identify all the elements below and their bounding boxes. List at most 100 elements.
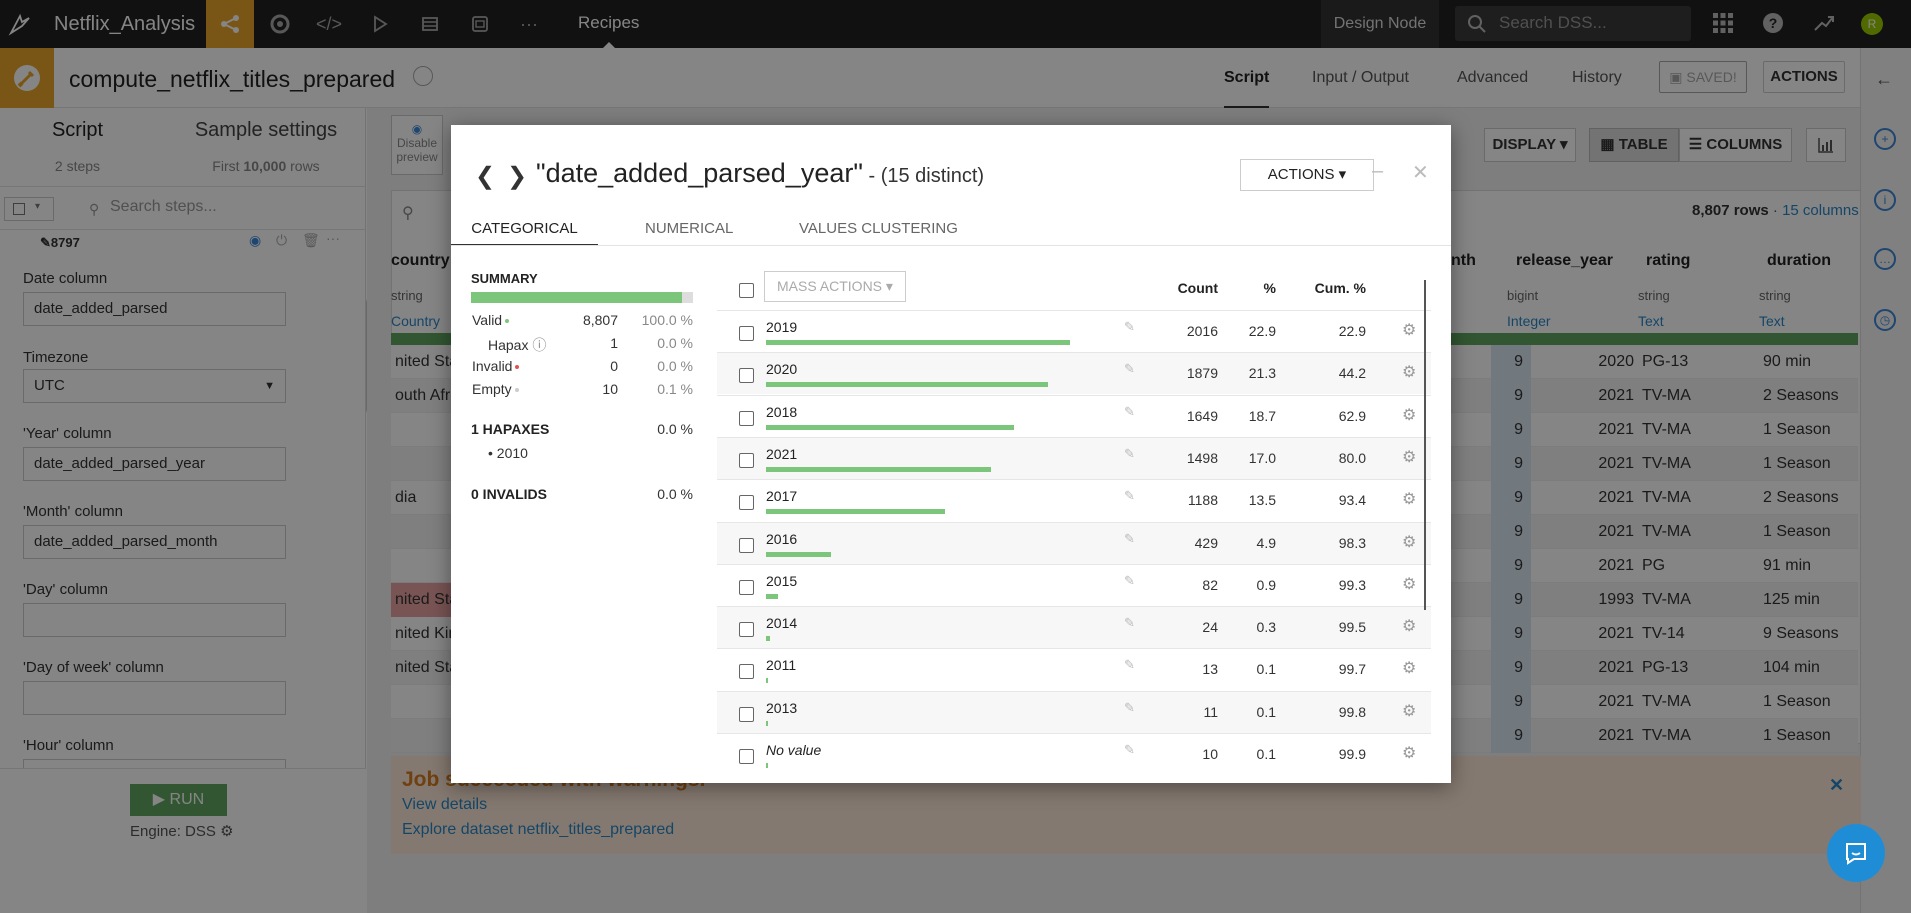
gear-icon[interactable]: ⚙: [1402, 320, 1416, 340]
pencil-icon[interactable]: ✎: [1124, 700, 1135, 716]
value-share-bar: [766, 636, 770, 642]
value-label: 2011: [766, 657, 797, 674]
value-checkbox[interactable]: [739, 537, 754, 553]
value-checkbox[interactable]: [739, 410, 754, 426]
summary-label: Valid: [472, 312, 510, 328]
invalids-pct: 0.0 %: [657, 486, 693, 502]
pencil-icon[interactable]: ✎: [1124, 319, 1135, 335]
value-share-bar: [766, 763, 768, 768]
value-pct: 0.1: [1256, 703, 1276, 720]
summary-pct: 0.1 %: [657, 381, 693, 397]
invalids-title: 0 INVALIDS: [471, 486, 547, 502]
value-label: 2016: [766, 530, 798, 547]
value-pct: 0.1: [1256, 746, 1276, 762]
next-column-icon[interactable]: ❯: [507, 162, 527, 191]
value-count: 10: [1202, 746, 1218, 762]
summary-label: Invalid: [472, 358, 520, 374]
value-pct: 17.0: [1248, 449, 1276, 466]
value-checkbox[interactable]: [739, 579, 754, 595]
pencil-icon[interactable]: ✎: [1124, 361, 1135, 377]
gear-icon[interactable]: ⚙: [1402, 405, 1416, 425]
value-count: 1879: [1186, 365, 1218, 382]
value-checkbox[interactable]: [739, 706, 754, 722]
value-share-bar: [766, 678, 768, 684]
value-label: 2017: [766, 488, 798, 505]
value-share-bar: [766, 382, 1049, 388]
pencil-icon[interactable]: ✎: [1124, 531, 1135, 547]
caret-icon: ▾: [885, 278, 893, 294]
status-dot: [505, 319, 510, 324]
value-count: 429: [1194, 534, 1218, 551]
distinct-count: - (15 distinct): [862, 165, 985, 187]
pct-header[interactable]: %: [1240, 280, 1276, 296]
pencil-icon[interactable]: ✎: [1124, 615, 1135, 631]
value-label: 2014: [766, 615, 798, 632]
value-label: 2021: [766, 445, 798, 462]
value-checkbox[interactable]: [739, 749, 754, 764]
gear-icon[interactable]: ⚙: [1402, 743, 1416, 763]
value-pct: 21.3: [1248, 365, 1276, 382]
gear-icon[interactable]: ⚙: [1402, 362, 1416, 382]
value-count: 1498: [1186, 449, 1218, 466]
value-cum: 80.0: [1338, 449, 1366, 466]
value-count: 1188: [1187, 492, 1218, 509]
chat-support-icon[interactable]: [1827, 824, 1885, 882]
gear-icon[interactable]: ⚙: [1402, 489, 1416, 509]
gear-icon[interactable]: ⚙: [1402, 658, 1416, 678]
value-pct: 0.3: [1256, 619, 1276, 636]
value-cum: 44.2: [1338, 365, 1366, 382]
tab-values-clustering[interactable]: VALUES CLUSTERING: [799, 220, 958, 246]
pencil-icon[interactable]: ✎: [1124, 488, 1135, 504]
select-all-checkbox[interactable]: [739, 283, 754, 298]
value-label: 2013: [766, 699, 798, 716]
value-pct: 0.9: [1256, 576, 1276, 593]
gear-icon[interactable]: ⚙: [1402, 447, 1416, 467]
summary-label: Hapax ⓘ: [488, 335, 546, 355]
value-checkbox[interactable]: [739, 495, 754, 511]
summary-label-text: Valid: [472, 312, 503, 328]
cum-pct-header[interactable]: Cum. %: [1290, 280, 1366, 296]
value-pct: 4.9: [1256, 534, 1276, 551]
gear-icon[interactable]: ⚙: [1402, 701, 1416, 721]
mass-actions-button[interactable]: MASS ACTIONS ▾: [764, 271, 906, 302]
value-share-bar: [766, 720, 768, 726]
summary-pct: 100.0 %: [641, 312, 693, 328]
gear-icon[interactable]: ⚙: [1402, 574, 1416, 594]
pencil-icon[interactable]: ✎: [1124, 446, 1135, 462]
modal-title: "date_added_parsed_year" - (15 distinct): [536, 158, 984, 189]
value-share-bar: [766, 509, 945, 515]
tab-numerical[interactable]: NUMERICAL: [645, 220, 733, 246]
value-pct: 22.9: [1248, 323, 1276, 339]
tabs-divider: [451, 245, 1451, 246]
pencil-icon[interactable]: ✎: [1124, 657, 1135, 673]
tab-categorical[interactable]: CATEGORICAL: [451, 220, 598, 246]
value-checkbox[interactable]: [739, 664, 754, 680]
modal-scrollbar[interactable]: [1424, 280, 1426, 610]
count-header[interactable]: Count: [1150, 280, 1218, 296]
mass-actions-label: MASS ACTIONS: [777, 278, 883, 294]
summary-label-text: Hapax: [488, 337, 529, 353]
summary-pct: 0.0 %: [657, 335, 693, 351]
modal-actions-button[interactable]: ACTIONS ▾: [1240, 159, 1374, 191]
value-pct: 13.5: [1248, 492, 1276, 509]
info-icon[interactable]: ⓘ: [528, 337, 546, 353]
value-checkbox[interactable]: [739, 622, 754, 638]
previous-column-icon[interactable]: ❮: [475, 162, 495, 191]
pencil-icon[interactable]: ✎: [1124, 742, 1135, 758]
value-cum: 93.4: [1338, 492, 1366, 509]
gear-icon[interactable]: ⚙: [1402, 616, 1416, 636]
value-share-bar: [766, 340, 1070, 345]
close-icon[interactable]: ✕: [1412, 160, 1429, 185]
value-checkbox[interactable]: [739, 452, 754, 468]
value-label: 2019: [766, 319, 798, 335]
pencil-icon[interactable]: ✎: [1124, 573, 1135, 589]
pencil-icon[interactable]: ✎: [1124, 404, 1135, 420]
value-checkbox[interactable]: [739, 326, 754, 341]
minimize-icon[interactable]: –: [1372, 160, 1383, 183]
value-checkbox[interactable]: [739, 368, 754, 384]
gear-icon[interactable]: ⚙: [1402, 532, 1416, 552]
value-count: 1649: [1186, 407, 1218, 424]
value-cum: 99.5: [1338, 619, 1366, 636]
hapaxes-pct: 0.0 %: [657, 421, 693, 437]
value-count: 24: [1202, 619, 1218, 636]
